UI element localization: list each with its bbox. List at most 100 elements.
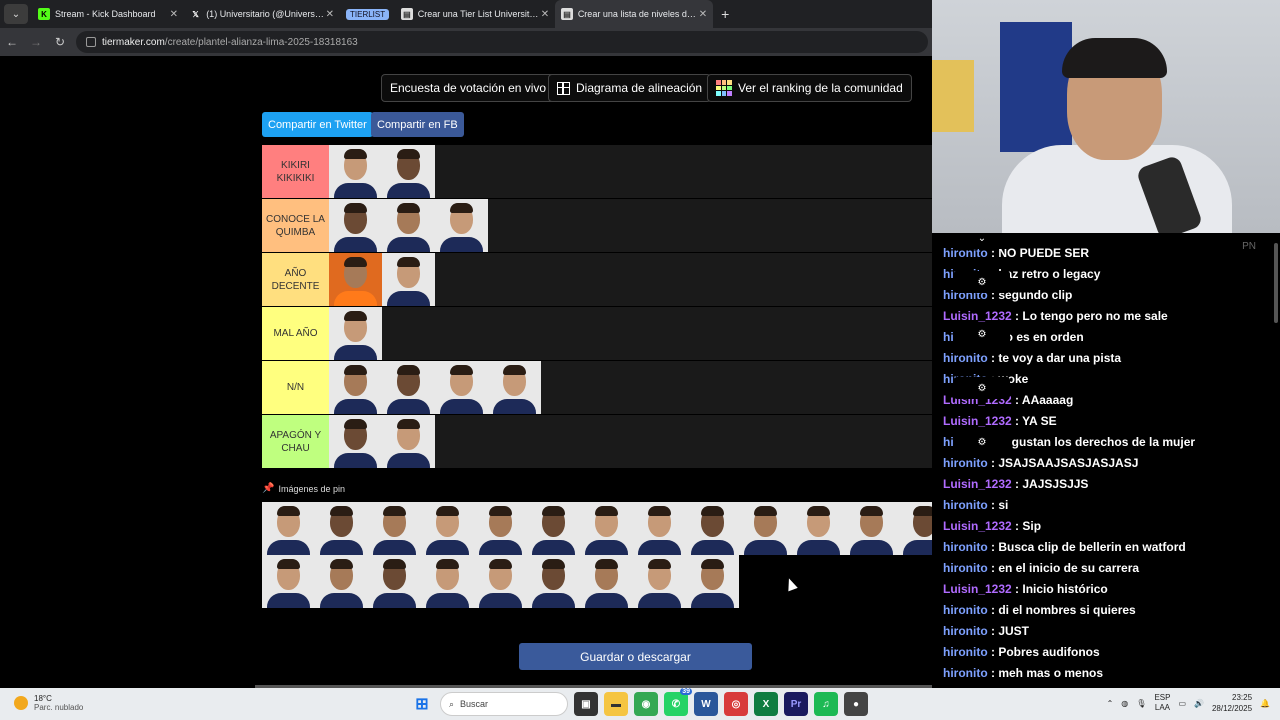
spotify-icon[interactable]: ♫ [814,692,838,716]
excel-icon[interactable]: X [754,692,778,716]
tier-label[interactable]: N/N [262,361,329,414]
chat-username[interactable]: hironito [943,645,988,659]
language-indicator[interactable]: ESP LAA [1154,693,1170,713]
chat-username[interactable]: hironito [943,624,988,638]
lineup-diagram-button[interactable]: Diagrama de alineación [548,74,712,102]
tier-items[interactable] [329,253,932,306]
player-image[interactable] [421,555,474,608]
player-image[interactable] [329,253,382,306]
player-image[interactable] [898,502,932,555]
player-image[interactable] [368,502,421,555]
chat-settings-control[interactable]: ⚙ [954,323,1010,345]
forward-icon[interactable]: → [24,35,48,49]
chat-username[interactable]: hironito [943,540,988,554]
chat-settings-control[interactable]: ⚙ [954,377,1010,399]
chat-username[interactable]: Luisin_1232 [943,582,1012,596]
player-image[interactable] [633,502,686,555]
player-image[interactable] [262,502,315,555]
tab-tiermaker-universitario[interactable]: ▤ Crear una Tier List Universitario ✕ [395,0,555,28]
chat-username[interactable]: hironito [943,498,988,512]
player-image[interactable] [527,555,580,608]
taskbar-search[interactable]: ⌕ Buscar [440,692,568,716]
mic-icon[interactable]: 🎙 [1136,699,1146,708]
tab-group-badge[interactable]: TIERLIST [346,8,390,20]
player-image[interactable] [474,555,527,608]
tier-label[interactable]: CONOCE LA QUIMBA [262,199,329,252]
player-image[interactable] [421,502,474,555]
url-field[interactable]: tiermaker.com/create/plantel-alianza-lim… [76,31,928,53]
tab-search-button[interactable]: ⌄ [4,4,28,24]
tier-label[interactable]: MAL AÑO [262,307,329,360]
player-image[interactable] [580,555,633,608]
chat-settings-control[interactable]: ⚙ [954,271,1010,293]
tier-items[interactable] [329,145,932,198]
player-image[interactable] [435,199,488,252]
site-info-icon[interactable] [86,37,96,47]
player-image[interactable] [329,307,382,360]
player-image[interactable] [792,502,845,555]
close-icon[interactable]: ✕ [699,9,707,20]
chat-username[interactable]: Luisin_1232 [943,477,1012,491]
chat-settings-control[interactable]: ⚙ [954,431,1010,453]
tier-label[interactable]: AÑO DECENTE [262,253,329,306]
player-image[interactable] [686,555,739,608]
weather-widget[interactable]: 18°C Parc. nublado [14,694,83,712]
tier-items[interactable] [329,199,932,252]
tier-label[interactable]: APAGÓN Y CHAU [262,415,329,468]
windows-start-icon[interactable]: ⊞ [410,692,434,716]
tier-items[interactable] [329,307,932,360]
chrome-icon[interactable]: ◉ [634,692,658,716]
task-view-icon[interactable]: ▣ [574,692,598,716]
player-image[interactable] [382,145,435,198]
player-image[interactable] [686,502,739,555]
chat-scrollbar[interactable] [1274,243,1278,323]
tier-label[interactable]: KIKIRI KIKIKIKI [262,145,329,198]
chat-collapse-control[interactable]: ⌄ [954,233,1010,249]
whatsapp-icon[interactable]: ✆ 39 [664,688,692,716]
close-icon[interactable]: ✕ [541,9,549,20]
player-image[interactable] [329,361,382,414]
community-ranking-button[interactable]: Ver el ranking de la comunidad [707,74,912,102]
network-icon[interactable]: ◍ [1121,699,1128,708]
share-facebook-button[interactable]: Compartir en FB [371,112,464,137]
player-image[interactable] [527,502,580,555]
clock[interactable]: 23:25 28/12/2025 [1212,692,1252,714]
chat-username[interactable]: hironito [943,351,988,365]
tier-items[interactable] [329,415,932,468]
chat-username[interactable]: Luisin_1232 [943,309,1012,323]
reload-icon[interactable]: ↻ [48,35,72,49]
live-poll-button[interactable]: Encuesta de votación en vivo [381,74,556,102]
volume-icon[interactable]: 🔊 [1194,699,1204,708]
premiere-icon[interactable]: Pr [784,692,808,716]
save-download-button[interactable]: Guardar o descargar [519,643,752,670]
player-image[interactable] [580,502,633,555]
chat-username[interactable]: hironito [943,603,988,617]
player-image[interactable] [739,502,792,555]
creative-cloud-icon[interactable]: ◎ [724,692,748,716]
word-icon[interactable]: W [694,692,718,716]
player-image[interactable] [488,361,541,414]
player-image[interactable] [382,253,435,306]
player-image[interactable] [633,555,686,608]
back-icon[interactable]: ← [0,35,24,49]
player-image[interactable] [382,199,435,252]
player-image[interactable] [382,415,435,468]
player-image[interactable] [382,361,435,414]
player-image[interactable] [262,555,315,608]
notifications-icon[interactable]: 🔔 [1260,699,1270,708]
new-tab-button[interactable]: + [721,6,729,22]
player-image[interactable] [474,502,527,555]
chat-username[interactable]: hironito [943,456,988,470]
chat-username[interactable]: Luisin_1232 [943,519,1012,533]
file-explorer-icon[interactable]: ▬ [604,692,628,716]
player-image[interactable] [315,502,368,555]
obs-icon[interactable]: ● [844,692,868,716]
display-icon[interactable]: ▭ [1178,699,1186,708]
tab-kick[interactable]: K Stream - Kick Dashboard ✕ [32,0,184,28]
close-icon[interactable]: ✕ [326,9,334,20]
player-image[interactable] [329,415,382,468]
player-image[interactable] [435,361,488,414]
tab-twitter[interactable]: 𝕏 (1) Universitario (@Universitario ✕ [184,0,340,28]
chat-username[interactable]: hironito [943,666,988,680]
chevron-up-icon[interactable]: ⌃ [1107,699,1114,708]
